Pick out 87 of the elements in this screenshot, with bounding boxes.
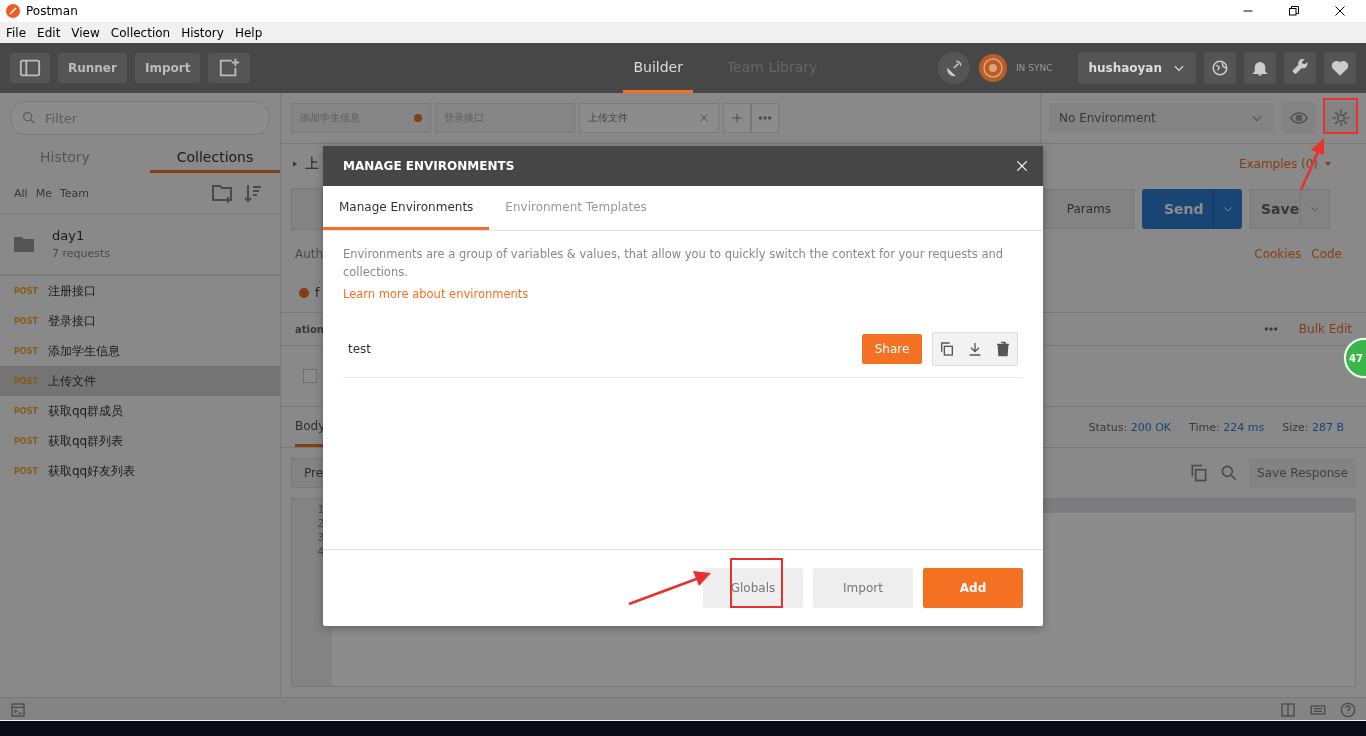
user-dropdown[interactable]: hushaoyan — [1078, 52, 1196, 84]
sync-icon — [977, 53, 1008, 83]
request-item[interactable]: POST 获取qq好友列表 — [0, 456, 280, 486]
dialog-button[interactable]: Globals — [703, 568, 803, 608]
dialog-button[interactable]: Import — [813, 568, 913, 608]
header-button[interactable]: Import — [134, 53, 201, 83]
help-icon — [1340, 701, 1356, 718]
sidebar-toggle-button[interactable] — [10, 53, 50, 83]
download-icon — [967, 341, 983, 357]
app-logo-icon — [6, 4, 20, 18]
new-tab-button[interactable] — [208, 53, 251, 83]
copy-icon — [939, 341, 955, 357]
caret-down-icon — [1324, 160, 1332, 168]
request-item[interactable]: POST 添加学生信息 — [0, 336, 280, 366]
time-label: Time: 224 ms — [1189, 420, 1265, 434]
header-link[interactable]: Code — [1311, 247, 1342, 261]
wrench-icon — [1291, 59, 1309, 77]
learn-more-link[interactable]: Learn more about environments — [343, 287, 529, 301]
collection-name[interactable]: day1 — [52, 228, 111, 243]
close-icon — [698, 112, 710, 124]
environment-name[interactable]: test — [348, 342, 372, 356]
share-button[interactable]: Share — [862, 334, 922, 364]
highlight-frame — [1323, 98, 1358, 134]
menu-item[interactable]: Collection — [110, 25, 171, 40]
settings-button[interactable] — [1284, 52, 1316, 84]
description-text: Environments are a group of variables & values, that allow you to quickly switch the context for your requests and collections. — [343, 246, 1005, 281]
dialog-tab[interactable]: Environment Templates — [489, 186, 663, 230]
menu-item[interactable]: File — [6, 25, 27, 40]
row-checkbox[interactable] — [303, 369, 317, 383]
radio-button[interactable] — [299, 288, 309, 298]
expand-caret-icon — [291, 160, 299, 168]
request-item[interactable]: POST 注册接口 — [0, 276, 280, 306]
satellite-button[interactable] — [937, 52, 970, 84]
console-icon — [10, 701, 26, 718]
header-button[interactable]: Runner — [58, 53, 127, 83]
filter-option[interactable]: Team — [59, 186, 89, 200]
save-button[interactable]: Save — [1250, 189, 1330, 229]
search-icon — [21, 110, 37, 126]
menu-item[interactable]: View — [71, 25, 100, 40]
auth-tab[interactable]: Auth — [295, 247, 324, 261]
request-item[interactable]: POST 上传文件 — [0, 366, 280, 396]
send-button[interactable]: Send — [1142, 189, 1242, 229]
menu-item[interactable]: Help — [234, 25, 263, 40]
window-title: Postman — [26, 4, 78, 18]
two-pane-icon — [1280, 701, 1296, 718]
environment-dropdown[interactable]: No Environment — [1049, 103, 1274, 133]
request-item[interactable]: POST 登录接口 — [0, 306, 280, 336]
filter-option[interactable]: All — [14, 186, 28, 200]
size-label: Size: 287 B — [1282, 420, 1344, 434]
filter-option[interactable]: Me — [35, 186, 52, 200]
close-icon — [1015, 159, 1029, 173]
satellite-icon — [944, 59, 963, 77]
dialog-title: MANAGE ENVIRONMENTS — [343, 159, 515, 173]
menu-item[interactable]: Edit — [37, 25, 61, 40]
environment-preview-button[interactable] — [1282, 102, 1316, 134]
save-response-button[interactable]: Save Response — [1249, 458, 1356, 488]
bulk-edit-link[interactable]: Bulk Edit — [1298, 322, 1352, 336]
column-header: ation — [295, 323, 324, 335]
bell-icon — [1251, 59, 1269, 77]
params-button[interactable]: Params — [1043, 189, 1134, 229]
highlight-frame — [730, 558, 783, 608]
plus-icon — [731, 112, 743, 124]
request-name: 上 — [305, 155, 319, 173]
new-window-icon — [218, 57, 241, 79]
restore-icon — [1288, 5, 1300, 17]
copy-icon — [1189, 463, 1210, 483]
notifications-button[interactable] — [1244, 52, 1276, 84]
close-icon — [1334, 5, 1346, 17]
dialog-button[interactable]: Add — [923, 568, 1023, 608]
sidebar-icon — [19, 57, 41, 79]
status-label: Status: 200 OK — [1088, 420, 1172, 434]
sidebar-tab[interactable]: Collections — [150, 143, 280, 173]
radio-label: f — [315, 286, 320, 300]
heart-icon — [1331, 59, 1349, 77]
request-item[interactable]: POST 获取qq群列表 — [0, 426, 280, 456]
dialog-tab[interactable]: Manage Environments — [323, 186, 490, 230]
request-count: 7 requests — [52, 247, 111, 260]
header-link[interactable]: Cookies — [1254, 247, 1302, 261]
request-item[interactable]: POST 获取qq群成员 — [0, 396, 280, 426]
globe-button[interactable] — [1204, 52, 1236, 84]
trash-icon — [995, 341, 1011, 357]
sync-status: IN SYNC — [1015, 63, 1053, 73]
globe-icon — [1211, 59, 1229, 77]
heart-button[interactable] — [1324, 52, 1356, 84]
gear-icon — [1331, 108, 1351, 128]
close-button[interactable] — [1015, 159, 1029, 173]
menu-item[interactable]: History — [181, 25, 224, 40]
